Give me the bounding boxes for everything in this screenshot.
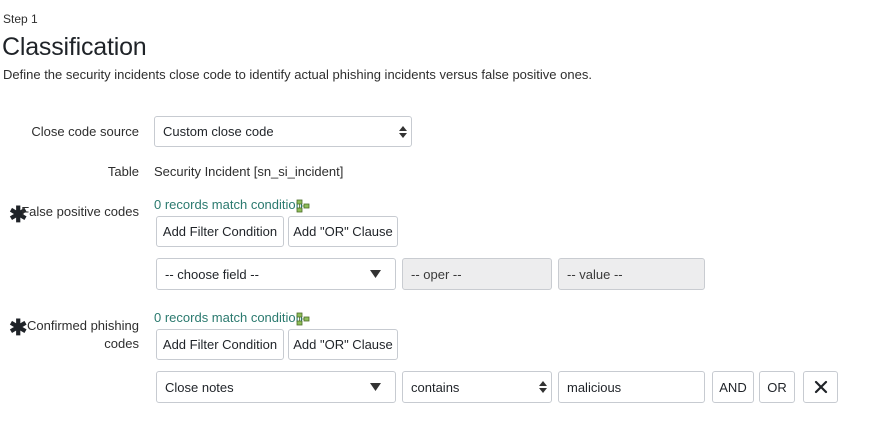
table-label: Table	[107, 164, 139, 179]
confirmed-phishing-match-text[interactable]: 0 records match condition	[154, 310, 303, 325]
close-icon	[814, 380, 827, 394]
oper-select-value: contains	[411, 379, 460, 395]
false-positive-label: False positive codes	[21, 204, 139, 219]
table-value: Security Incident [sn_si_incident]	[154, 164, 344, 179]
confirmed-phishing-label: Confirmed phishing codes	[0, 317, 139, 353]
and-condition-button[interactable]: AND	[712, 371, 754, 403]
confirmed-phishing-oper-select[interactable]: contains	[402, 371, 552, 403]
add-or-clause-button[interactable]: Add "OR" Clause	[288, 329, 398, 360]
select-updown-icon	[399, 125, 407, 138]
step-indicator: Step 1	[3, 12, 38, 26]
false-positive-oper-field: -- oper --	[402, 258, 552, 290]
close-code-source-label: Close code source	[31, 124, 139, 139]
select-updown-icon	[539, 381, 547, 393]
add-filter-condition-button[interactable]: Add Filter Condition	[156, 216, 284, 247]
confirmed-phishing-value-input[interactable]: malicious	[558, 371, 705, 403]
remove-condition-button[interactable]	[803, 371, 838, 403]
false-positive-match-text[interactable]: 0 records match condition	[154, 197, 303, 212]
filter-tree-icon[interactable]	[296, 199, 310, 213]
confirmed-phishing-label-line1: Confirmed phishing	[26, 318, 139, 333]
chevron-down-icon	[370, 383, 381, 391]
or-condition-button[interactable]: OR	[759, 371, 795, 403]
add-or-clause-button[interactable]: Add "OR" Clause	[288, 216, 398, 247]
confirmed-phishing-field-select[interactable]: Close notes	[156, 371, 396, 403]
page-title: Classification	[2, 33, 147, 61]
add-filter-condition-button[interactable]: Add Filter Condition	[156, 329, 284, 360]
close-code-source-value: Custom close code	[163, 124, 274, 139]
filter-tree-icon[interactable]	[296, 312, 310, 326]
confirmed-phishing-label-line2: codes	[104, 336, 139, 351]
false-positive-field-select[interactable]: -- choose field --	[156, 258, 396, 290]
page-description: Define the security incidents close code…	[3, 67, 592, 82]
close-code-source-select[interactable]: Custom close code	[154, 116, 412, 147]
field-select-value: -- choose field --	[165, 266, 259, 282]
field-select-value: Close notes	[165, 379, 234, 395]
chevron-down-icon	[370, 270, 381, 278]
false-positive-value-field: -- value --	[558, 258, 705, 290]
